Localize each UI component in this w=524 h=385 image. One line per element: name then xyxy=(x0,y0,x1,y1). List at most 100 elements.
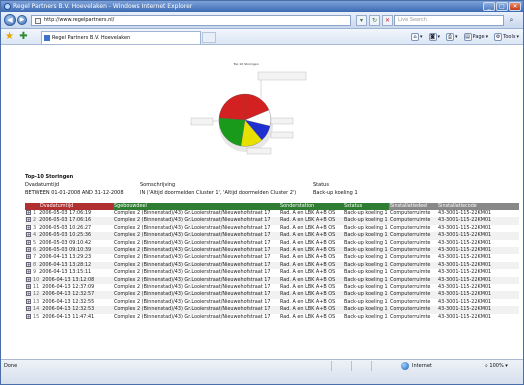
table-row[interactable]: +8 2006-04-13 13:28:12 Complex 2 (Binnenst… xyxy=(25,261,519,270)
expand-icon[interactable]: + xyxy=(26,232,31,238)
home-icon: ⌂ xyxy=(410,33,419,41)
column-header-installatiedeel[interactable]: Sinstallatiedeel xyxy=(389,203,437,210)
new-tab-button[interactable] xyxy=(202,32,216,43)
expand-icon[interactable]: + xyxy=(26,224,31,230)
cell-installatiedeel: Computerruimte xyxy=(389,217,437,225)
tools-menu-label: Tools xyxy=(503,34,516,40)
maximize-button[interactable]: □ xyxy=(496,2,508,11)
filter-value-datum: BETWEEN 01-01-2008 AND 31-12-2008 xyxy=(25,190,124,196)
expand-icon[interactable]: + xyxy=(26,261,31,267)
cell-onderstation: Rad. A en LBK A+B OS xyxy=(280,210,336,216)
cell-installatiecode: 43-3001-115-22KM01 xyxy=(437,306,519,314)
table-row[interactable]: +11 2006-04-13 12:37:09 Complex 2 (Binnens… xyxy=(25,284,519,291)
row-datetime: 2006-04-13 12:32:53 xyxy=(42,306,95,313)
expand-icon[interactable]: + xyxy=(26,276,31,282)
cell-onderstation: Rad. A en LBK A+B OS xyxy=(280,298,336,305)
expand-icon[interactable]: + xyxy=(26,298,31,304)
expand-icon[interactable]: + xyxy=(26,284,31,290)
table-row[interactable]: +7 2006-04-13 13:29:23 Complex 2 (Binnenst… xyxy=(25,254,519,261)
cell-installatiedeel: Computerruimte xyxy=(390,269,431,276)
table-row[interactable]: +1 2006-05-03 17:06:19 Complex 2 (Binnenst… xyxy=(25,210,519,217)
cell-gebouwdeel: Complex 2 (Binnenstad)/43) Gr.Looierstra… xyxy=(114,254,271,261)
cell-onderstation: Rad. A en LBK A+B OS xyxy=(280,313,336,320)
page-menu[interactable]: ▤ Page ▾ xyxy=(463,32,488,42)
cell-onderstation: Rad. A en LBK A+B OS xyxy=(280,284,336,291)
table-row[interactable]: +5 2006-05-03 09:10:42 Complex 2 (Binnenst… xyxy=(25,239,519,247)
cell-onderstation: Rad. A en LBK A+B OS xyxy=(280,239,336,246)
row-number: 15 xyxy=(33,313,40,320)
cell-onderstation: Rad. A en LBK A+B OS xyxy=(279,232,343,240)
refresh-icon[interactable]: ↻ xyxy=(369,15,380,26)
cell-installatiecode: 43-3001-115-22KM01 xyxy=(437,247,519,255)
column-header-installatiecode[interactable]: Sinstallatiecode xyxy=(437,203,519,210)
table-row[interactable]: +15 2006-04-13 11:47:41 Complex 2 (Binnens… xyxy=(25,313,519,321)
print-button[interactable]: ⎙ ▾ xyxy=(446,32,458,42)
expand-icon[interactable]: + xyxy=(26,291,31,297)
stop-icon[interactable]: ✕ xyxy=(382,15,393,26)
expand-icon[interactable]: + xyxy=(26,306,31,312)
cell-installatiecode: 43-3001-115-22KM01 xyxy=(438,239,492,246)
table-row[interactable]: +3 2006-05-03 10:26:27 Complex 2 (Binnenst… xyxy=(25,224,519,232)
expand-icon[interactable]: + xyxy=(26,254,31,260)
row-datetime: 2006-05-03 17:06:19 xyxy=(39,210,92,216)
cell-gebouwdeel: Complex 2 (Binnenstad)/43) Gr.Looierstra… xyxy=(114,298,271,305)
table-row[interactable]: +14 2006-04-13 12:32:53 Complex 2 (Binnens… xyxy=(25,306,519,314)
cell-installatiecode: 43-3001-115-22KM01 xyxy=(437,232,519,240)
table-row[interactable]: +9 2006-04-13 13:15:11 Complex 2 (Binnenst… xyxy=(25,269,519,276)
column-header-datum[interactable]: Dvadatumtijd xyxy=(25,203,113,210)
table-row[interactable]: +2 2006-05-03 17:06:16 Complex 2 (Binnenst… xyxy=(25,217,519,225)
tools-menu[interactable]: ⚙ Tools ▾ xyxy=(494,32,519,42)
address-bar[interactable]: http://www.regelpartners.nl/ xyxy=(31,15,351,26)
status-text: Done xyxy=(4,363,18,369)
page-content: Top 10 Storingen Top-10 Storingen Dvadat… xyxy=(1,46,523,359)
tab-label: Regel Partners B.V. Hoevelaken xyxy=(52,35,131,41)
cell-status: Back-up koeling 1 xyxy=(343,217,389,225)
forward-button[interactable]: ▶ xyxy=(17,15,27,25)
cell-gebouwdeel: Complex 2 (Binnenstad)/43) Gr.Looierstra… xyxy=(113,232,279,240)
feeds-button[interactable]: ◙ ▾ xyxy=(428,32,440,42)
expand-icon[interactable]: + xyxy=(26,269,31,275)
cell-gebouwdeel: Complex 2 (Binnenstad)/43) Gr.Looierstra… xyxy=(113,306,279,314)
zoom-icon: ⌕ xyxy=(485,363,488,369)
expand-icon[interactable]: + xyxy=(26,239,31,245)
cell-onderstation: Rad. A en LBK A+B OS xyxy=(280,254,336,261)
dropdown-icon[interactable]: ▾ xyxy=(356,15,367,26)
expand-icon[interactable]: + xyxy=(26,313,31,319)
minimize-button[interactable]: _ xyxy=(483,2,495,11)
cell-status: Back-up koeling 1 xyxy=(343,247,389,255)
table-row[interactable]: +10 2006-04-13 13:12:08 Complex 2 (Binnens… xyxy=(25,276,519,285)
table-row[interactable]: +4 2006-05-03 10:25:36 Complex 2 (Binnenst… xyxy=(25,232,519,240)
search-icon[interactable]: ⌕ xyxy=(506,15,517,26)
favorites-star-icon[interactable]: ★ xyxy=(4,31,15,42)
cell-gebouwdeel: Complex 2 (Binnenstad)/43) Gr.Looierstra… xyxy=(113,247,279,255)
column-header-status[interactable]: Sstatus xyxy=(343,203,389,210)
close-button[interactable]: ✕ xyxy=(509,2,521,11)
row-datetime: 2006-05-03 10:26:27 xyxy=(39,224,92,231)
cell-onderstation: Rad. A en LBK A+B OS xyxy=(279,261,343,270)
table-row[interactable]: +12 2006-04-13 12:32:57 Complex 2 (Binnens… xyxy=(25,291,519,299)
row-number: 4 xyxy=(33,232,37,239)
row-datetime: 2006-05-03 10:25:36 xyxy=(39,232,92,239)
zoom-control[interactable]: ⌕ 100% ▾ xyxy=(485,362,508,370)
table-row[interactable]: +13 2006-04-13 12:32:55 Complex 2 (Binnens… xyxy=(25,298,519,306)
feeds-icon: ◙ xyxy=(428,33,437,41)
row-number: 5 xyxy=(33,239,37,246)
search-input[interactable]: Live Search xyxy=(394,15,504,26)
expand-icon[interactable]: + xyxy=(26,247,31,253)
back-button[interactable]: ◀ xyxy=(4,14,16,26)
security-zone[interactable]: Internet xyxy=(401,362,432,370)
add-favorite-icon[interactable]: ✚ xyxy=(18,31,29,42)
expand-icon[interactable]: + xyxy=(26,217,31,223)
table-row[interactable]: +6 2006-05-03 09:10:39 Complex 2 (Binnenst… xyxy=(25,247,519,255)
cell-installatiecode: 43-3001-115-22KM01 xyxy=(438,224,492,231)
column-header-gebouwdeel[interactable]: Sgebouwdeel xyxy=(113,203,279,210)
column-header-onderstation[interactable]: Sonderstation xyxy=(279,203,343,210)
tab-regel-partners[interactable]: Regel Partners B.V. Hoevelaken xyxy=(41,31,201,44)
cell-installatiecode: 43-3001-115-22KM01 xyxy=(437,217,519,225)
expand-icon[interactable]: + xyxy=(26,210,31,215)
callout-label-1 xyxy=(257,71,307,81)
home-button[interactable]: ⌂ ▾ xyxy=(410,32,423,42)
storingen-table: Dvadatumtijd Sgebouwdeel Sonderstation S… xyxy=(25,203,519,321)
cell-status: Back-up koeling 1 xyxy=(343,306,389,314)
chart-title: Top 10 Storingen xyxy=(232,62,258,66)
